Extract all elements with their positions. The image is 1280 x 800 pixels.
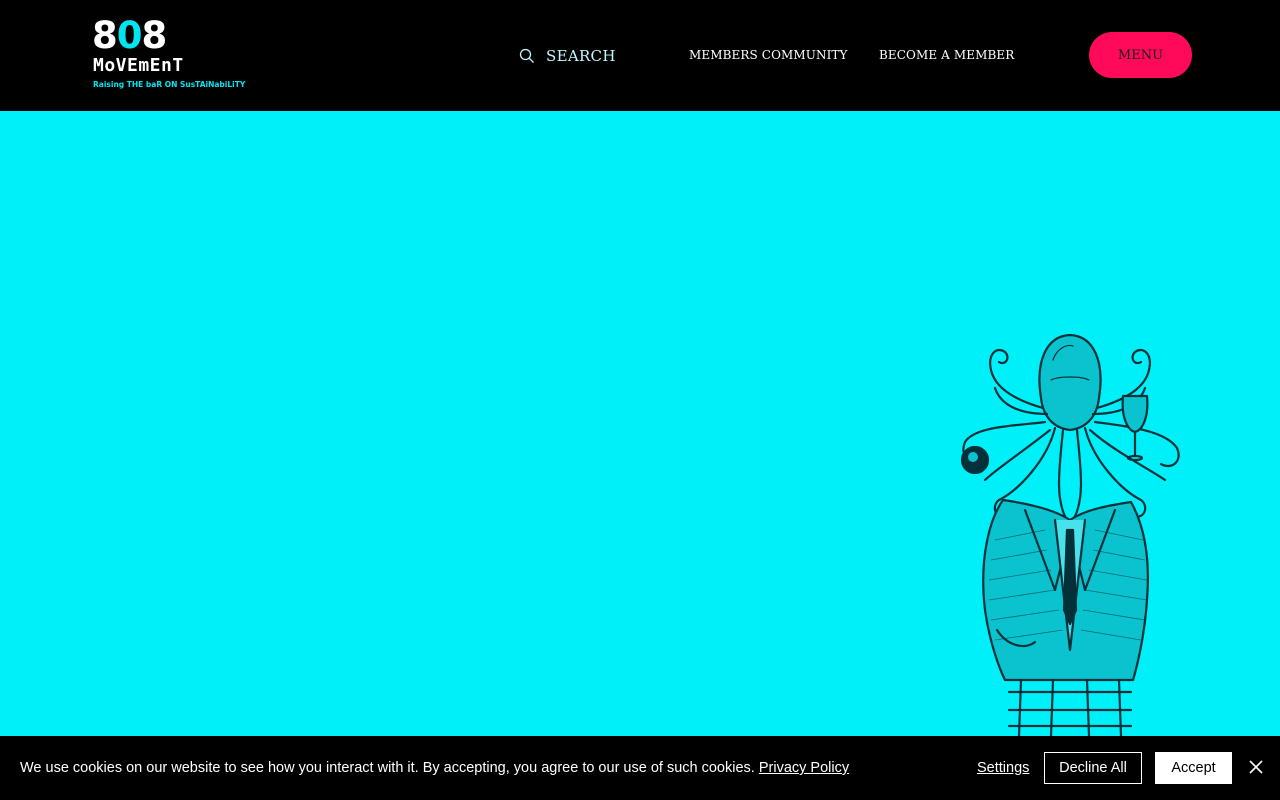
search-button[interactable]: SEARCH (519, 44, 616, 68)
cookie-banner: We use cookies on our website to see how… (0, 736, 1280, 800)
privacy-policy-link[interactable]: Privacy Policy (759, 760, 849, 776)
cookie-message: We use cookies on our website to see how… (20, 760, 850, 776)
logo-tagline: Raising THE baR ON SusTAiNabiLiTY (93, 80, 246, 89)
search-icon (519, 48, 534, 63)
nav-members-community[interactable]: MEMBERS COMMUNITY (689, 48, 848, 62)
accept-button[interactable]: Accept (1155, 752, 1232, 784)
search-label: SEARCH (546, 47, 616, 65)
close-icon[interactable] (1248, 759, 1264, 775)
octopus-in-suit-icon (960, 333, 1180, 736)
site-header: 808 MoVEmEnT Raising THE baR ON SusTAiNa… (0, 0, 1280, 111)
decline-all-button[interactable]: Decline All (1044, 752, 1142, 784)
nav-become-member[interactable]: BECOME A MEMBER (879, 48, 1014, 62)
cookie-settings-link[interactable]: Settings (977, 760, 1029, 776)
logo-number: 808 (92, 14, 167, 57)
logo-wordmark: MoVEmEnT (93, 55, 184, 76)
menu-button[interactable]: MENU (1089, 32, 1192, 78)
site-logo[interactable]: 808 MoVEmEnT Raising THE baR ON SusTAiNa… (92, 16, 272, 96)
